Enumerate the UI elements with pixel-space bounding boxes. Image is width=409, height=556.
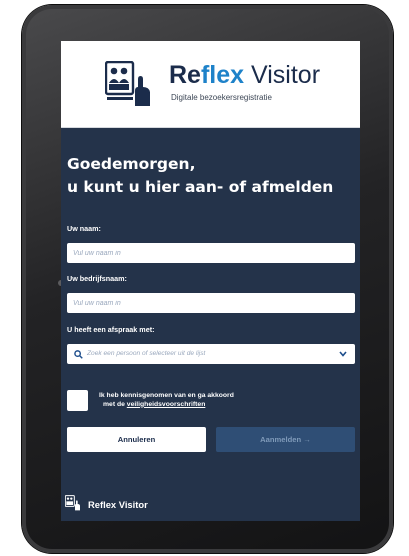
name-input[interactable] (67, 243, 355, 263)
visitor-at-kiosk-icon (65, 495, 80, 511)
chevron-down-icon (339, 351, 347, 357)
safety-regulations-link[interactable]: veiligheidsvoorschriften (127, 401, 206, 408)
brand-name-visitor: Visitor (244, 61, 321, 89)
brand-header: Reflex Visitor Digitale bezoekersregistr… (61, 41, 360, 128)
consent-text: Ik heb kennisgenomen van en ga akkoord m… (99, 392, 234, 409)
consent-line-2: met de veiligheidsvoorschriften (99, 401, 234, 410)
appointment-placeholder: Zoek een persoon of selecteer uit de lij… (87, 350, 206, 357)
consent-prefix: met de (103, 400, 127, 408)
footer-brand-name: Reflex Visitor (88, 499, 148, 510)
kiosk-screen: Reflex Visitor Digitale bezoekersregistr… (61, 41, 360, 521)
consent-checkbox[interactable] (67, 390, 88, 411)
visitor-at-kiosk-icon (105, 61, 150, 106)
consent-line-1: Ik heb kennisgenomen van en ga akkoord (99, 392, 234, 399)
greeting-line-1: Goedemorgen, (67, 155, 196, 173)
greeting-line-2: u kunt u hier aan- of afmelden (67, 178, 334, 196)
greeting-title: Goedemorgen, u kunt u hier aan- of afmel… (67, 153, 333, 199)
cancel-button[interactable]: Annuleren (67, 427, 206, 452)
brand-tagline: Digitale bezoekersregistratie (171, 93, 272, 102)
company-label: Uw bedrijfsnaam: (67, 274, 127, 283)
submit-button[interactable]: Aanmelden → (216, 427, 355, 452)
brand-name-re: Re (169, 61, 201, 89)
appointment-select[interactable]: Zoek een persoon of selecteer uit de lij… (67, 344, 355, 364)
search-icon (74, 350, 83, 359)
brand-name-flex: flex (200, 61, 245, 89)
company-input[interactable] (67, 293, 355, 313)
name-label: Uw naam: (67, 224, 101, 233)
brand-name: Reflex Visitor (169, 61, 320, 89)
appointment-label: U heeft een afspraak met: (67, 325, 155, 334)
footer: Reflex Visitor (61, 481, 360, 521)
